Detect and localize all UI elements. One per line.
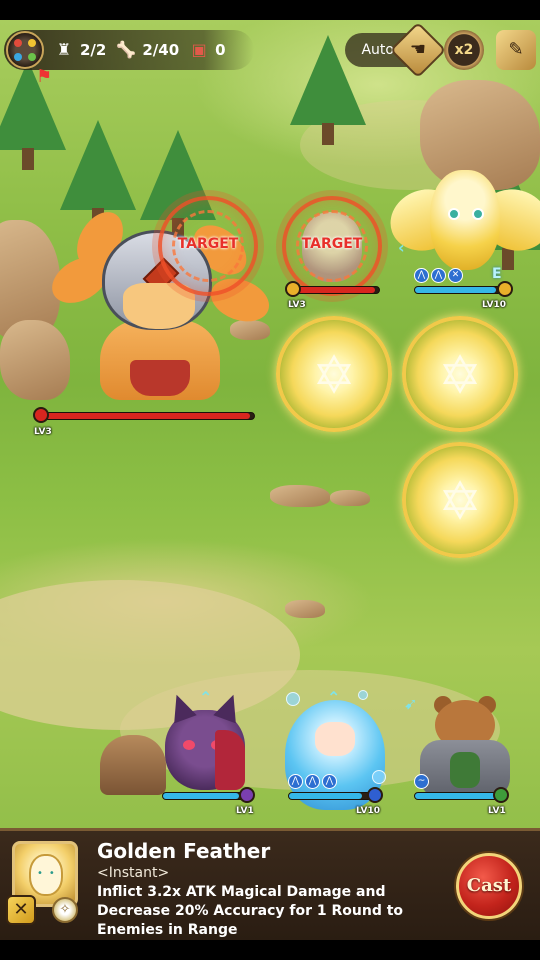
rock [330,490,370,506]
top-hud: ♜ 2/2 🦴 2/40 ▣ 0 ⚑ Auto ☚ x2 ✎ [0,21,540,87]
owl-hp-fill [415,287,496,293]
owl-buffs: ⋀ ⋀ ✕ [414,268,465,283]
stage-progress: ♜ 2/2 [54,40,107,60]
chest-count: ▣ 0 [189,40,226,60]
kill-count-value: 2/40 [142,41,180,59]
tree-stump [100,735,166,795]
resource-bar: ♜ 2/2 🦴 2/40 ▣ 0 [4,30,254,70]
menu-orb-icon[interactable] [6,31,44,69]
speed-label: x2 [454,42,474,58]
bear-level: LV1 [488,806,506,816]
arrow-icon: ➹ [404,694,418,713]
cat-hp-bar [162,787,255,803]
mage-hp-bar [288,787,383,803]
buff-icon: ⋀ [414,268,429,283]
auto-label: Auto [361,42,394,58]
chest-count-value: 0 [215,41,226,59]
mage-hp-fill [289,793,363,799]
chevron-left-icon: ‹ [398,238,405,257]
rock [285,600,325,618]
swap-icon[interactable]: ✕ [6,895,36,925]
skill-description: Inflict 3.2x ATK Magical Damage and Decr… [97,884,404,938]
cat-hp-fill [163,793,239,799]
target-label-2: TARGET [301,236,363,252]
pine-tree [60,120,136,230]
notebook-icon[interactable]: ✎ [496,30,536,70]
bear-hp-bar [414,787,509,803]
castle-icon: ♜ [56,40,72,59]
enemy2-hp-fill [293,287,375,293]
chevron-up-icon: ⌃ [327,688,341,707]
kill-count: 🦴 2/40 [116,40,179,60]
light-element-icon: ✧ [52,897,78,923]
cat-cape [215,730,245,790]
buff-icon: ⋀ [288,774,303,789]
enemy2-level: LV3 [288,300,306,310]
ally-golden-owl[interactable] [381,160,540,280]
buff-icon: ~ [414,774,429,789]
nav-bar-area [0,940,540,960]
pine-tree [0,60,66,170]
owl-hp-bar [414,281,513,297]
target-label-1: TARGET [177,236,239,252]
bone-icon: 🦴 [116,40,137,59]
skill-type: <Instant> [97,865,170,881]
bear-buffs: ~ [414,774,431,789]
cast-button[interactable]: Cast [456,853,522,919]
stage-progress-value: 2/2 [80,41,107,59]
buff-icon: ⋀ [322,774,337,789]
auto-button[interactable]: Auto ☚ [345,21,447,79]
boss-level: LV3 [34,427,52,437]
bubble [358,690,368,700]
status-bar [0,0,540,20]
owl-level: LV10 [482,300,506,310]
flag-icon: ⚑ [36,66,53,87]
cat-level: LV1 [236,806,254,816]
chest-icon: ▣ [191,40,207,59]
bear-hp-fill [415,793,497,799]
boss-hp-bar [33,407,255,423]
buff-icon: ⋀ [305,774,320,789]
empty-slot-3[interactable]: ✡ [402,442,518,558]
enemy2-hp-bar [285,281,380,297]
hand-pointer-icon: ☚ [389,21,447,79]
target-marker-2[interactable]: TARGET [282,196,382,296]
empty-slot-2[interactable]: ✡ [402,316,518,432]
owl-e-marker: E [492,266,502,282]
target-marker-1[interactable]: TARGET [158,196,258,296]
battle-controls: Auto ☚ x2 ✎ [345,21,536,79]
boss-hp-fill [41,413,250,419]
bubble [372,770,386,784]
mage-level: LV10 [356,806,380,816]
empty-slot-1[interactable]: ✡ [276,316,392,432]
rock [270,485,330,507]
skill-panel: •• ✕ ✧ Golden Feather <Instant> Inflict … [0,828,540,940]
mage-buffs: ⋀ ⋀ ⋀ [288,774,339,789]
bubble [286,692,300,706]
chevron-up-icon: ⌃ [199,688,213,707]
buff-icon: ⋀ [431,268,446,283]
cast-label: Cast [466,875,512,896]
buff-icon: ✕ [448,268,463,283]
skill-name: Golden Feather [97,839,271,863]
speed-button[interactable]: x2 [444,30,484,70]
